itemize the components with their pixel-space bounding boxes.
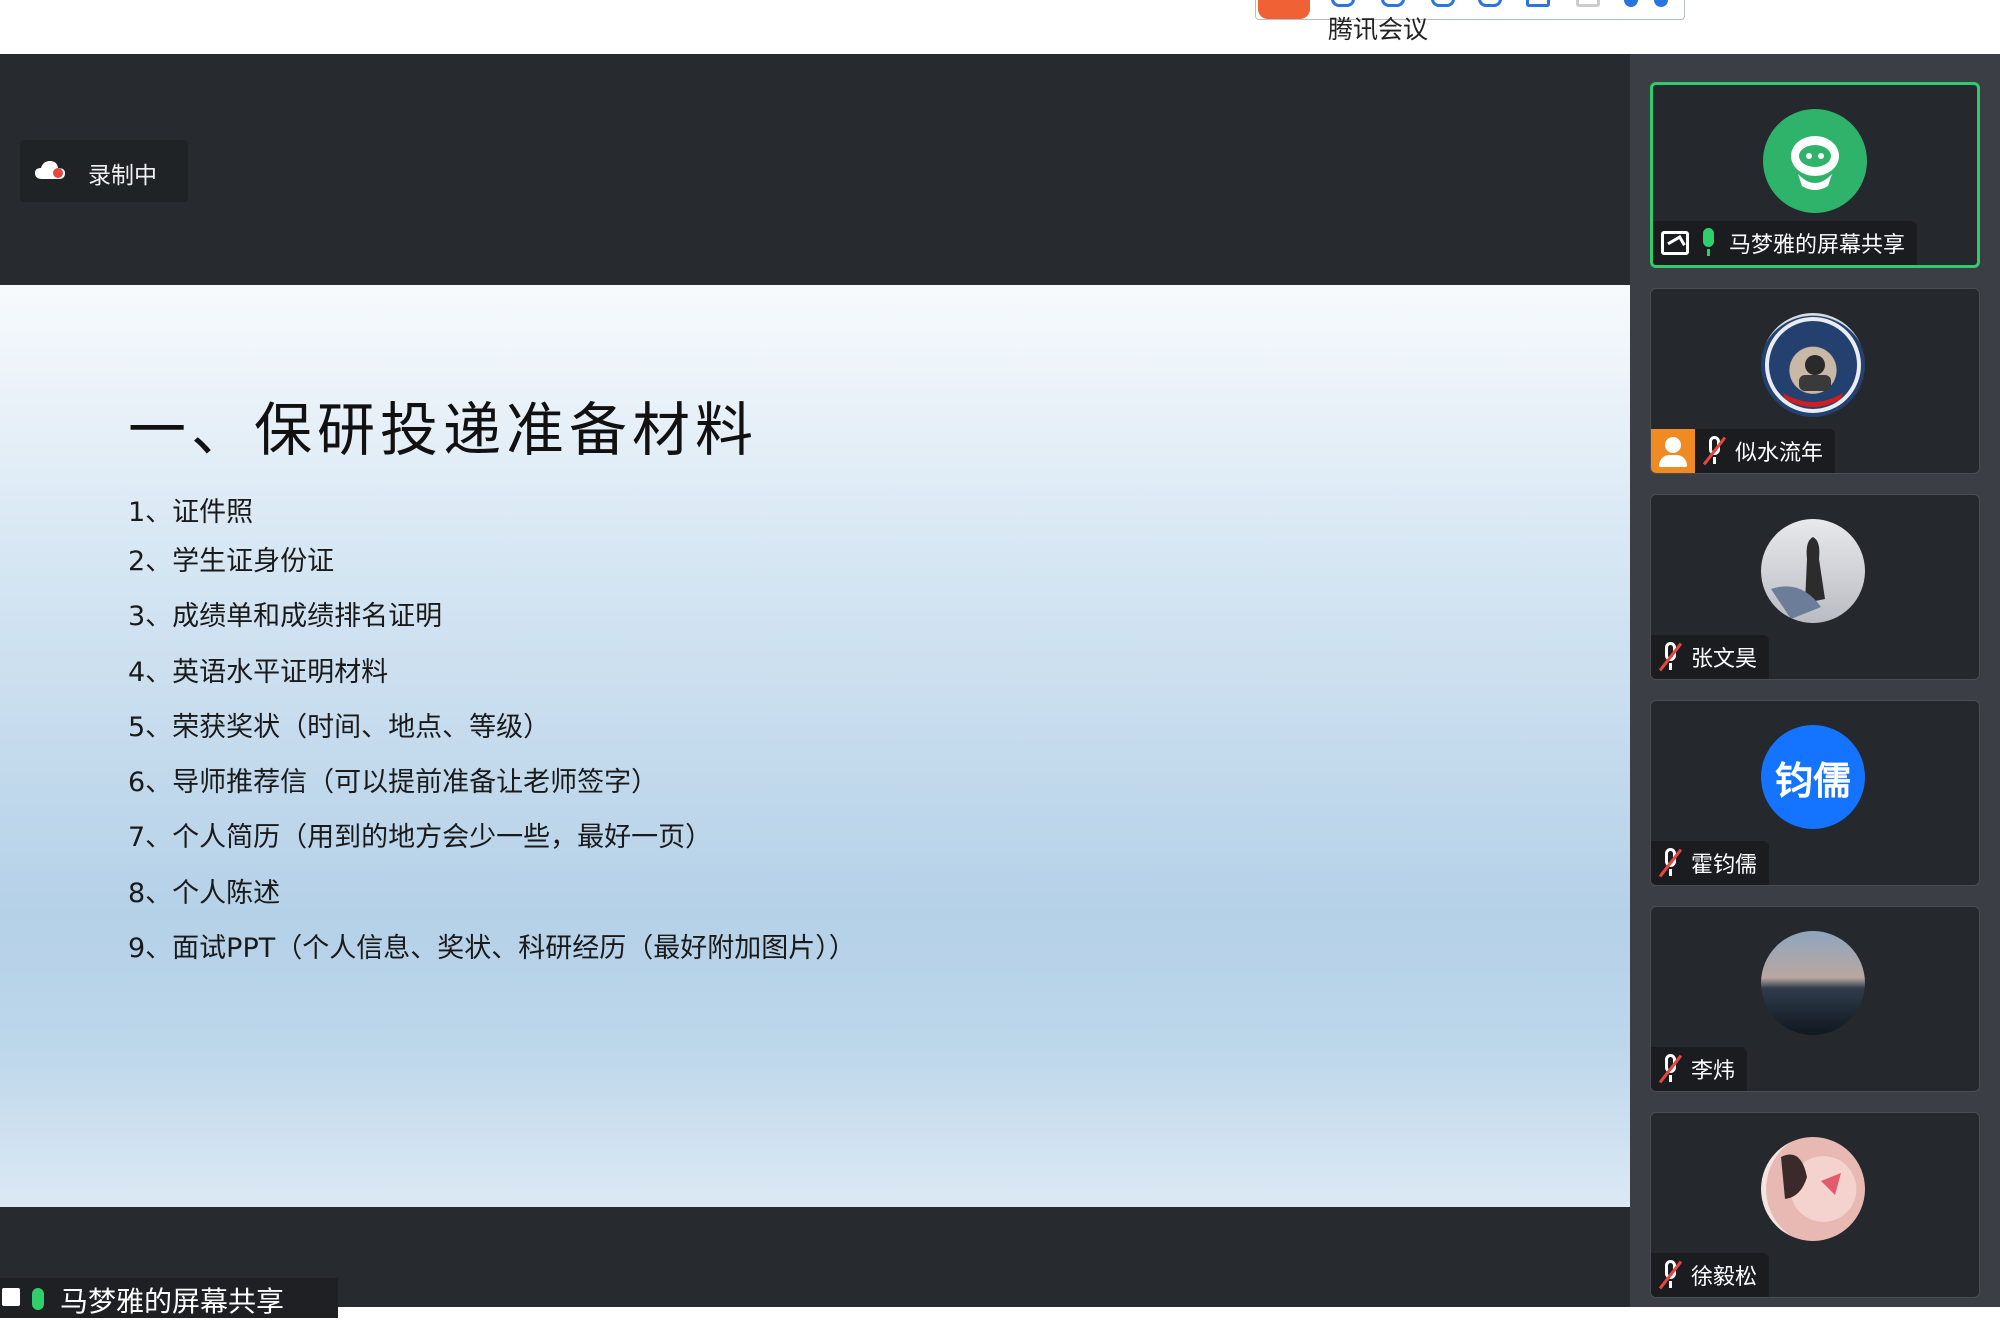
- photo-avatar: [1761, 1137, 1865, 1241]
- participant-name: 马梦雅的屏幕共享: [1729, 233, 1906, 258]
- screen-share-icon: [1661, 231, 1689, 255]
- list-item: 3、成绩单和成绩排名证明: [128, 601, 443, 632]
- person-photo-icon: [1765, 317, 1861, 413]
- presenter-label: 马梦雅的屏幕共享: [60, 1285, 285, 1318]
- presentation-slide: 一、保研投递准备材料 1、证件照 2、学生证身份证 3、成绩单和成绩排名证明 4…: [0, 285, 1630, 1207]
- presenter-name-tag: 马梦雅的屏幕共享: [0, 1278, 338, 1318]
- list-item: 8、个人陈述: [128, 878, 281, 909]
- recording-indicator[interactable]: 录制中: [20, 140, 188, 202]
- mic-muted-icon: [1702, 436, 1727, 466]
- list-item: 2、学生证身份证: [128, 546, 335, 577]
- app-title: 腾讯会议: [1328, 15, 1429, 44]
- robot-avatar: [1763, 109, 1867, 213]
- members-toolbar-icon[interactable]: [1624, 0, 1638, 7]
- participant-tile[interactable]: 徐毅松: [1650, 1112, 1980, 1298]
- screen-share-icon: [2, 1288, 20, 1306]
- participant-name: 似水流年: [1735, 441, 1824, 466]
- mic-toolbar-icon[interactable]: [1331, 0, 1355, 7]
- list-item: 5、荣获奖状（时间、地点、等级）: [128, 712, 551, 743]
- apps-toolbar-icon[interactable]: [1654, 0, 1668, 7]
- shared-screen-stage: 录制中 一、保研投递准备材料 1、证件照 2、学生证身份证 3、成绩单和成绩排名…: [0, 54, 1630, 1307]
- participant-tile[interactable]: 似水流年: [1650, 288, 1980, 474]
- recording-label: 录制中: [88, 163, 157, 189]
- list-item: 6、导师推荐信（可以提前准备让老师签字）: [128, 767, 659, 798]
- document-toolbar-icon[interactable]: [1576, 0, 1600, 7]
- participant-name: 徐毅松: [1691, 1265, 1758, 1290]
- participant-tile[interactable]: 钧儒 霍钧儒: [1650, 700, 1980, 886]
- person-photo-icon: [1771, 537, 1825, 619]
- speaker-toolbar-icon[interactable]: [1478, 0, 1502, 7]
- mic-muted-icon: [1658, 642, 1683, 672]
- participant-name-tag: 霍钧儒: [1651, 841, 1770, 885]
- participant-name-tag: 徐毅松: [1651, 1253, 1770, 1297]
- list-item: 1、证件照: [128, 497, 254, 528]
- mic-muted-icon: [1658, 848, 1683, 878]
- participant-name: 李炜: [1691, 1059, 1736, 1084]
- share-toolbar-icon[interactable]: [1526, 0, 1550, 7]
- slide-title: 一、保研投递准备材料: [128, 396, 759, 464]
- list-item: 7、个人简历（用到的地方会少一些，最好一页）: [128, 822, 713, 853]
- participant-name: 张文昊: [1691, 647, 1758, 672]
- tencent-meeting-logo-icon: [1258, 0, 1310, 19]
- photo-avatar: [1761, 313, 1865, 417]
- participant-name-tag: 似水流年: [1651, 429, 1836, 473]
- list-item: 4、英语水平证明材料: [128, 657, 389, 688]
- floating-toolbar[interactable]: [1255, 0, 1685, 20]
- participant-name-tag: 马梦雅的屏幕共享: [1653, 221, 1918, 265]
- participant-name: 霍钧儒: [1691, 853, 1758, 878]
- mic-muted-icon: [1658, 1260, 1683, 1290]
- mic-muted-icon: [1658, 1054, 1683, 1084]
- camera-toolbar-icon[interactable]: [1381, 0, 1405, 7]
- record-toolbar-icon[interactable]: [1431, 0, 1455, 7]
- participant-sidebar[interactable]: 马梦雅的屏幕共享 似水流年 张文昊 钧儒 霍钧儒 李炜 徐毅松: [1630, 54, 2000, 1307]
- host-icon: [1651, 429, 1695, 473]
- participant-tile[interactable]: 李炜: [1650, 906, 1980, 1092]
- text-avatar: 钧儒: [1761, 725, 1865, 829]
- participant-tile[interactable]: 马梦雅的屏幕共享: [1650, 82, 1980, 268]
- mic-on-icon: [1697, 228, 1719, 258]
- top-strip: 腾讯会议: [0, 0, 2000, 54]
- photo-avatar: [1761, 519, 1865, 623]
- list-item: 9、面试PPT（个人信息、奖状、科研经历（最好附加图片））: [128, 933, 856, 964]
- cloud-icon: [35, 161, 65, 179]
- participant-name-tag: 张文昊: [1651, 635, 1770, 679]
- landscape-avatar: [1761, 931, 1865, 1035]
- participant-name-tag: 李炜: [1651, 1047, 1748, 1091]
- robot-icon: [1791, 136, 1839, 190]
- person-photo-icon: [1781, 1154, 1841, 1199]
- participant-tile[interactable]: 张文昊: [1650, 494, 1980, 680]
